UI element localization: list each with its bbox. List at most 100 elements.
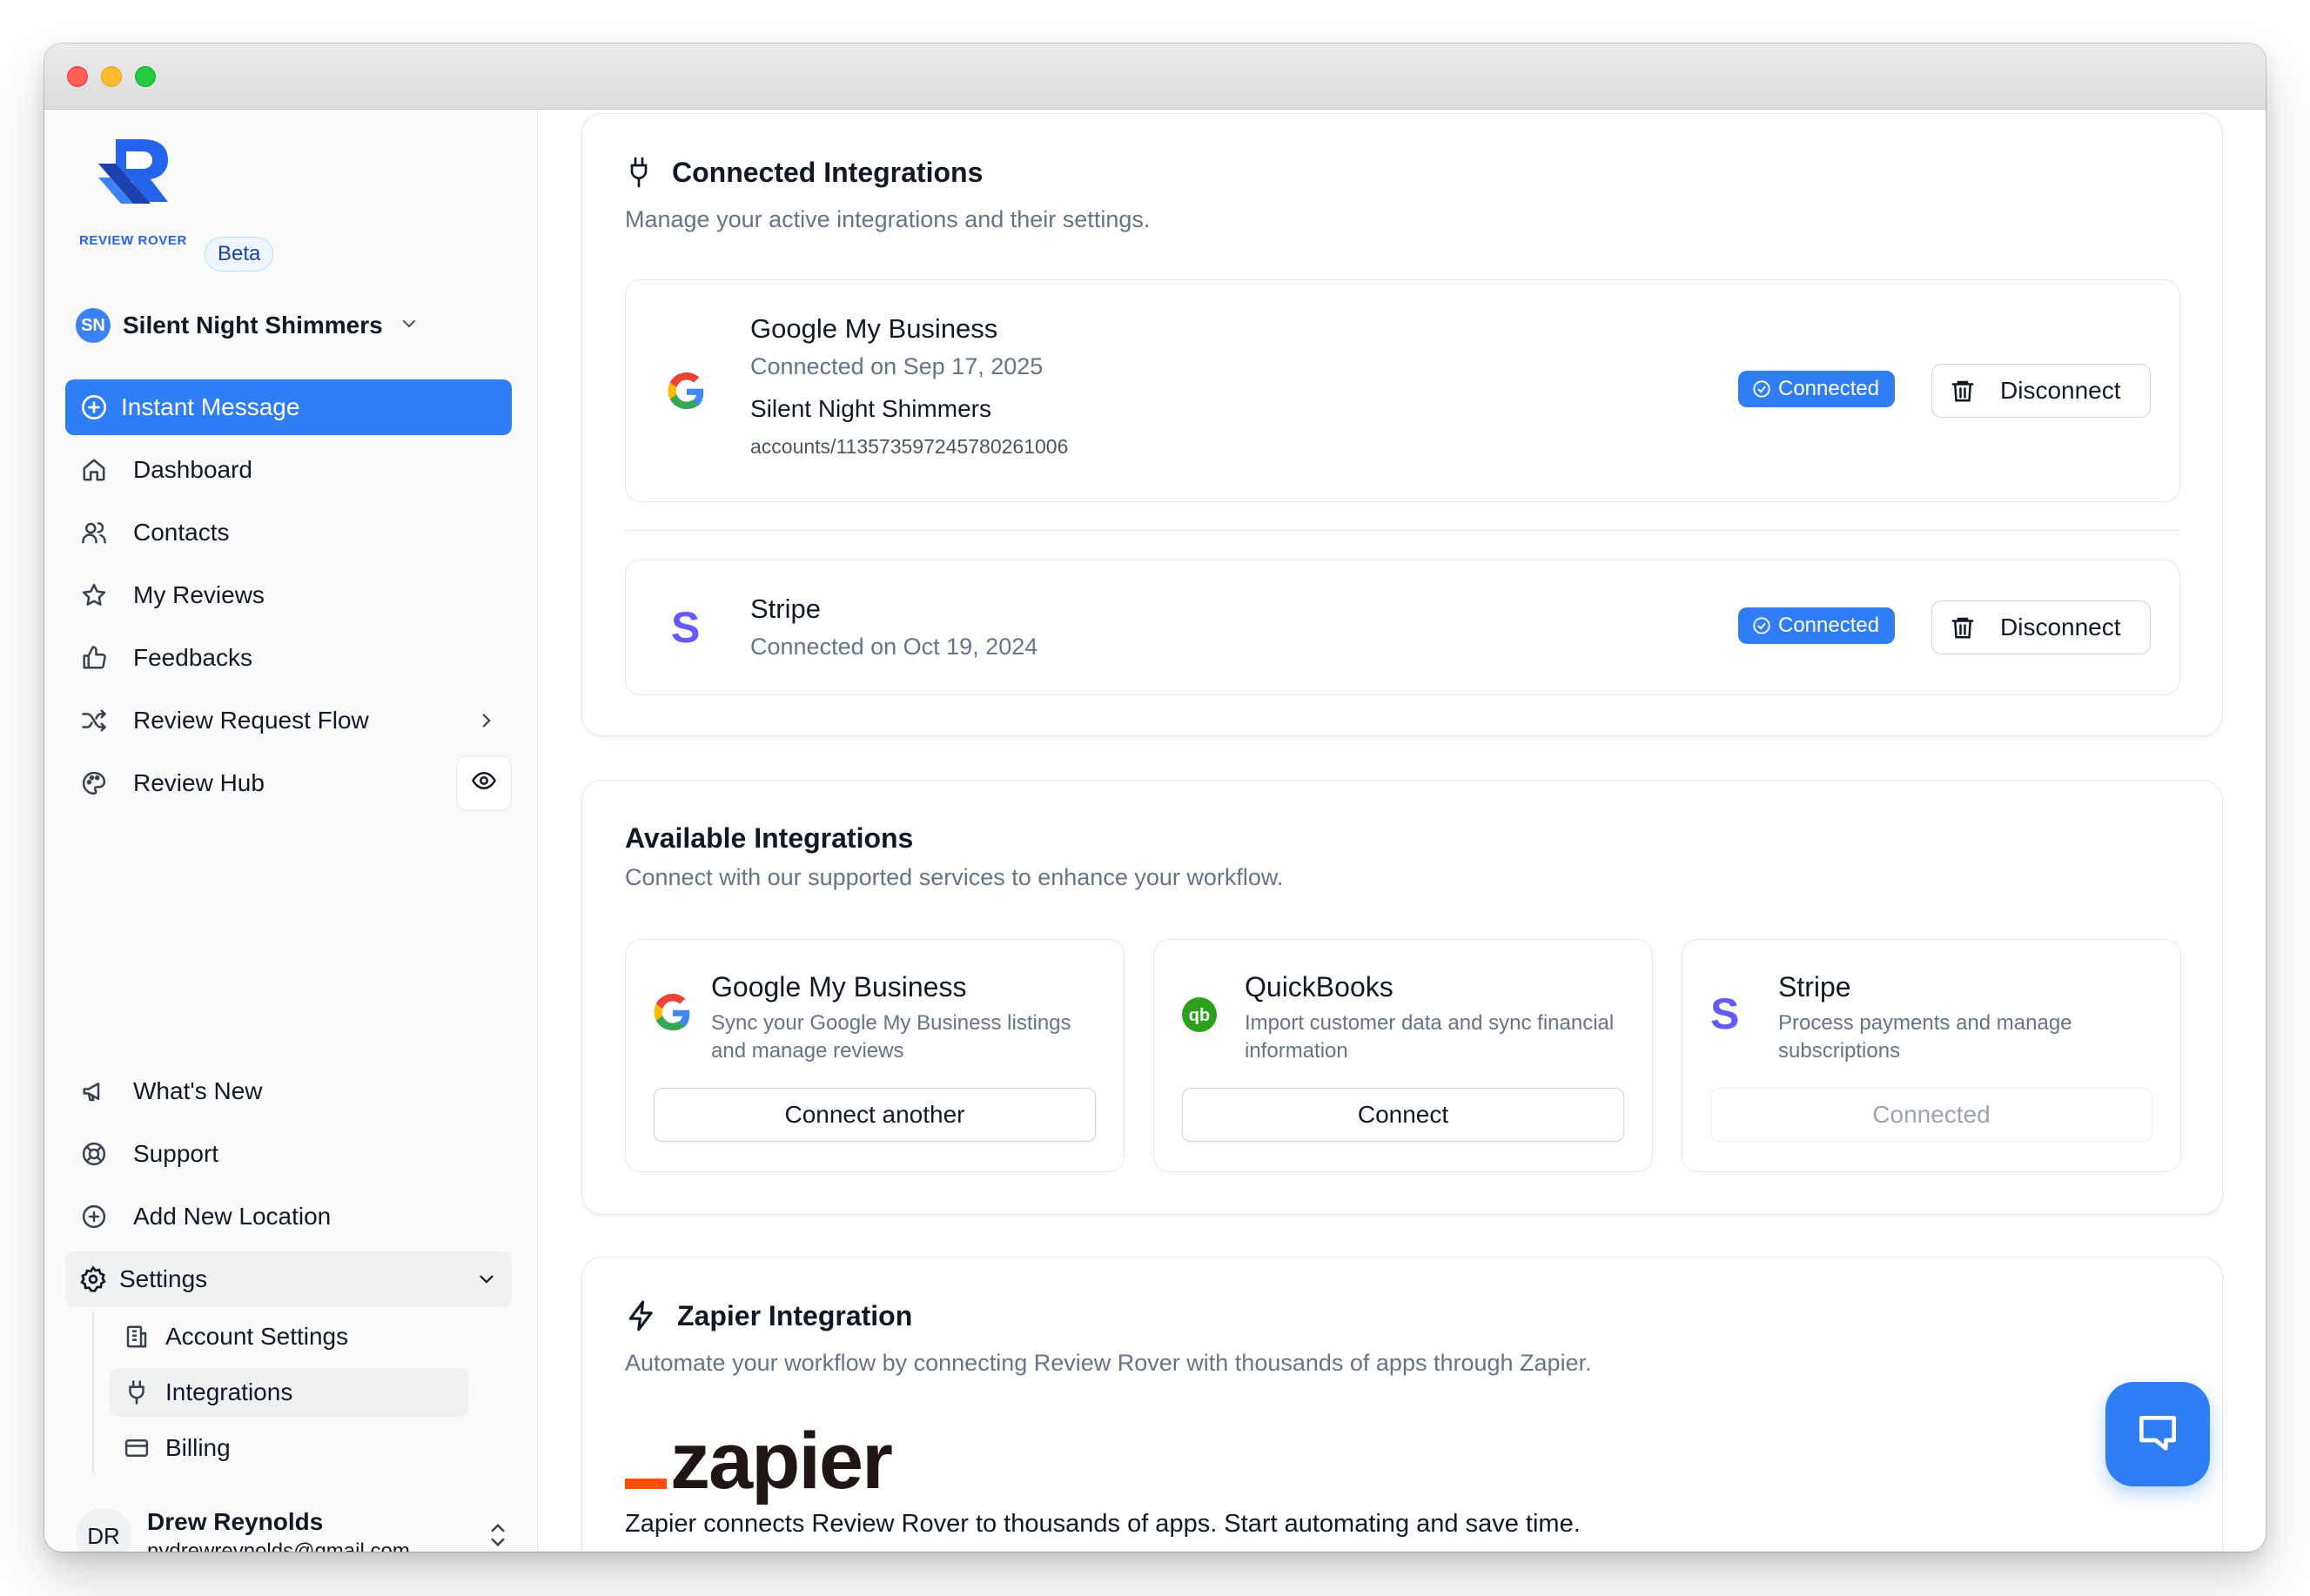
main-content: Connected Integrations Manage your activ…: [539, 110, 2266, 1552]
status-badge-label: Connected: [1778, 614, 1880, 637]
disconnect-stripe-button[interactable]: Disconnect: [1931, 600, 2151, 654]
nav-label: Instant Message: [121, 393, 300, 420]
connected-integrations-card: Connected Integrations Manage your activ…: [581, 113, 2223, 736]
plus-circle-icon: [79, 392, 109, 422]
section-subtitle: Manage your active integrations and thei…: [625, 206, 1151, 232]
minimize-window-button[interactable]: [101, 66, 122, 87]
available-item-stripe: S Stripe Process payments and manage sub…: [1682, 939, 2181, 1172]
zapier-logo-dash: [625, 1479, 667, 1489]
google-icon: [654, 994, 692, 1032]
disconnect-label: Disconnect: [2000, 377, 2121, 404]
location-name: Silent Night Shimmers: [123, 312, 383, 339]
nav-review-hub[interactable]: Review Hub: [65, 755, 512, 811]
available-item-google: Google My Business Sync your Google My B…: [625, 939, 1125, 1172]
nav-label: Support: [133, 1140, 219, 1167]
user-menu[interactable]: DR Drew Reynolds nydrewreynolds@gmail.co…: [76, 1497, 511, 1552]
nav-label: Dashboard: [133, 456, 252, 483]
available-item-quickbooks: qb QuickBooks Import customer data and s…: [1153, 939, 1653, 1172]
zapier-logo-text: zapier: [670, 1417, 893, 1505]
section-title: Zapier Integration: [625, 1299, 912, 1332]
nav-billing[interactable]: Billing: [110, 1424, 468, 1472]
nav-label: Review Hub: [133, 769, 265, 796]
integration-description: Sync your Google My Business listings an…: [711, 1011, 1071, 1063]
location-avatar: SN: [76, 308, 111, 343]
close-window-button[interactable]: [67, 66, 88, 87]
integration-account-id: accounts/113573597245780261006: [750, 435, 1069, 458]
divider: [625, 530, 2180, 531]
nav-label: Contacts: [133, 519, 230, 546]
users-icon: [79, 518, 109, 547]
nav-my-reviews[interactable]: My Reviews: [65, 567, 512, 623]
integration-name: Stripe: [1778, 971, 1851, 1003]
status-badge: Connected: [1738, 607, 1896, 644]
palette-icon: [79, 768, 109, 798]
integration-description: Import customer data and sync financial …: [1245, 1011, 1615, 1063]
logo-text: REVIEW ROVER: [79, 233, 187, 248]
user-email: nydrewreynolds@gmail.com: [147, 1539, 410, 1552]
disconnect-google-button[interactable]: Disconnect: [1931, 364, 2151, 418]
plus-circle-icon: [79, 1202, 109, 1231]
nav-label: Integrations: [165, 1378, 293, 1405]
nav-dashboard[interactable]: Dashboard: [65, 442, 512, 498]
trash-icon: [1950, 614, 1976, 640]
nav-label: Account Settings: [165, 1323, 349, 1350]
section-subtitle: Automate your workflow by connecting Rev…: [625, 1350, 1592, 1376]
status-badge-label: Connected: [1778, 377, 1880, 400]
avatar: DR: [76, 1508, 131, 1552]
zapier-logo: zapier: [625, 1417, 893, 1505]
stripe-icon: S: [1710, 992, 1740, 1034]
chevrons-up-down-icon: [485, 1519, 511, 1552]
nav-label: Settings: [119, 1265, 208, 1292]
nav-feedbacks[interactable]: Feedbacks: [65, 630, 512, 686]
quickbooks-icon: qb: [1182, 997, 1217, 1032]
nav-review-request-flow[interactable]: Review Request Flow: [65, 693, 512, 748]
nav-label: Add New Location: [133, 1203, 332, 1230]
home-icon: [79, 455, 109, 485]
chevron-down-icon: [399, 313, 420, 339]
nav-add-new-location[interactable]: Add New Location: [65, 1189, 512, 1244]
integration-connected-date: Connected on Sep 17, 2025: [750, 353, 1044, 379]
zapier-integration-card: Zapier Integration Automate your workflo…: [581, 1257, 2223, 1552]
nav-contacts[interactable]: Contacts: [65, 505, 512, 560]
review-rover-logo-icon: [98, 139, 168, 204]
zoom-window-button[interactable]: [135, 66, 156, 87]
nav-instant-message[interactable]: Instant Message: [65, 379, 512, 435]
nav-settings-group[interactable]: Settings: [65, 1251, 512, 1307]
app-window: REVIEW ROVER Beta SN Silent Night Shimme…: [44, 44, 2266, 1552]
integration-description: Process payments and manage subscription…: [1778, 1011, 2072, 1063]
svg-text:S: S: [671, 606, 700, 647]
shuffle-icon: [79, 706, 109, 735]
location-switcher[interactable]: SN Silent Night Shimmers: [76, 305, 511, 346]
integration-name: Google My Business: [750, 313, 998, 344]
connect-another-google-button[interactable]: Connect another: [654, 1088, 1096, 1142]
section-title-text: Connected Integrations: [672, 156, 984, 188]
chevron-right-icon: [475, 709, 498, 732]
stripe-connected-button: Connected: [1710, 1088, 2152, 1142]
trash-icon: [1950, 378, 1976, 404]
chat-support-button[interactable]: [2105, 1382, 2210, 1486]
review-rover-logo[interactable]: REVIEW ROVER: [79, 137, 192, 248]
submenu-guide-line: [92, 1312, 94, 1472]
nav-whats-new[interactable]: What's New: [65, 1063, 512, 1119]
preview-review-hub-button[interactable]: [456, 755, 512, 811]
sidebar: REVIEW ROVER Beta SN Silent Night Shimme…: [44, 110, 538, 1552]
nav-support[interactable]: Support: [65, 1126, 512, 1182]
nav-label: My Reviews: [133, 581, 265, 608]
integration-name: Stripe: [750, 593, 821, 624]
plug-icon: [124, 1379, 150, 1405]
connect-quickbooks-button[interactable]: Connect: [1182, 1088, 1624, 1142]
connected-item-stripe: S Stripe Connected on Oct 19, 2024 Conne…: [625, 560, 2180, 695]
section-title-text: Zapier Integration: [677, 1299, 913, 1331]
integration-name: QuickBooks: [1245, 971, 1393, 1003]
title-bar: [44, 44, 2266, 110]
available-integrations-card: Available Integrations Connect with our …: [581, 780, 2223, 1215]
chevron-down-icon: [475, 1268, 498, 1291]
gear-icon: [79, 1265, 107, 1293]
nav-integrations[interactable]: Integrations: [110, 1368, 468, 1417]
integration-connected-date: Connected on Oct 19, 2024: [750, 634, 1038, 660]
disconnect-label: Disconnect: [2000, 614, 2121, 640]
integration-name: Google My Business: [711, 971, 967, 1003]
nav-account-settings[interactable]: Account Settings: [110, 1312, 468, 1361]
star-icon: [79, 580, 109, 610]
section-title: Available Integrations: [625, 822, 914, 854]
